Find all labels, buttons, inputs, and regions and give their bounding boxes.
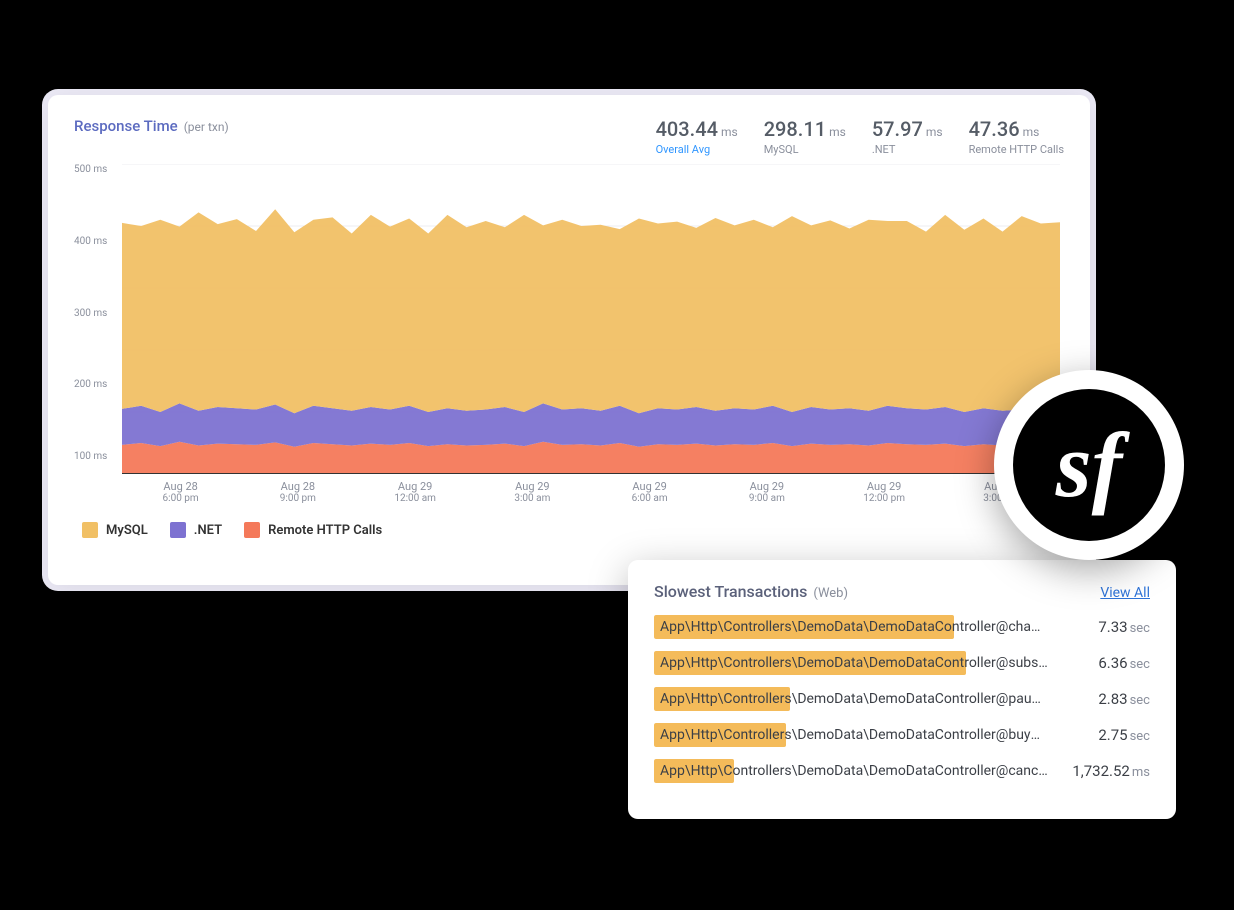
y-tick: 400 ms xyxy=(74,236,120,247)
metrics-row: 403.44msOverall Avg298.11msMySQL57.97ms.… xyxy=(656,117,1064,156)
y-tick: 100 ms xyxy=(74,451,120,462)
transaction-value: 2.75sec xyxy=(1064,726,1150,744)
metric-value: 47.36 xyxy=(969,117,1020,141)
metric-value: 403.44 xyxy=(656,117,718,141)
transactions-title: Slowest Transactions xyxy=(654,582,807,601)
stacked-area-chart[interactable] xyxy=(122,164,1060,474)
transactions-list: App\Http\Controllers\DemoData\DemoDataCo… xyxy=(654,615,1150,783)
x-tick: Aug 2912:00 pm xyxy=(826,480,943,504)
transaction-value: 2.83sec xyxy=(1064,690,1150,708)
metric-label: Remote HTTP Calls xyxy=(969,143,1064,156)
chart-area[interactable]: 500 ms 400 ms 300 ms 200 ms 100 ms xyxy=(74,164,1064,474)
symfony-logo-icon: sf xyxy=(1013,389,1165,541)
chart-subtitle: (per txn) xyxy=(184,120,229,134)
y-tick: 200 ms xyxy=(74,379,120,390)
legend-item: .NET xyxy=(170,522,222,538)
metric-unit: ms xyxy=(721,125,738,139)
metric: 57.97ms .NET xyxy=(872,117,943,156)
view-all-link[interactable]: View All xyxy=(1100,585,1150,601)
legend-swatch xyxy=(82,522,98,538)
chart-title-block: Response Time (per txn) xyxy=(74,117,229,135)
transactions-title-block: Slowest Transactions (Web) xyxy=(654,582,848,601)
transaction-name[interactable]: App\Http\Controllers\DemoData\DemoDataCo… xyxy=(654,687,1054,711)
metric-label: Overall Avg xyxy=(656,143,738,156)
metric-label: MySQL xyxy=(764,143,846,156)
legend-label: Remote HTTP Calls xyxy=(268,523,382,538)
framework-logo-badge: sf xyxy=(994,370,1184,560)
area-series[interactable] xyxy=(122,442,1060,474)
metric-value: 57.97 xyxy=(872,117,923,141)
transaction-row[interactable]: App\Http\Controllers\DemoData\DemoDataCo… xyxy=(654,759,1150,783)
legend-item: Remote HTTP Calls xyxy=(244,522,382,538)
transaction-row[interactable]: App\Http\Controllers\DemoData\DemoDataCo… xyxy=(654,723,1150,747)
x-axis-labels: Aug 286:00 pmAug 289:00 pmAug 2912:00 am… xyxy=(122,480,1060,504)
transaction-row[interactable]: App\Http\Controllers\DemoData\DemoDataCo… xyxy=(654,687,1150,711)
transaction-value: 7.33sec xyxy=(1064,618,1150,636)
chart-legend: MySQL .NET Remote HTTP Calls xyxy=(82,522,1064,538)
x-tick: Aug 296:00 am xyxy=(591,480,708,504)
transaction-name[interactable]: App\Http\Controllers\DemoData\DemoDataCo… xyxy=(654,723,1054,747)
transaction-row[interactable]: App\Http\Controllers\DemoData\DemoDataCo… xyxy=(654,651,1150,675)
x-tick: Aug 2912:00 am xyxy=(357,480,474,504)
legend-item: MySQL xyxy=(82,522,148,538)
transaction-row[interactable]: App\Http\Controllers\DemoData\DemoDataCo… xyxy=(654,615,1150,639)
x-tick: Aug 293:00 am xyxy=(474,480,591,504)
metric: 47.36ms Remote HTTP Calls xyxy=(969,117,1064,156)
legend-swatch xyxy=(244,522,260,538)
y-axis-labels: 500 ms 400 ms 300 ms 200 ms 100 ms xyxy=(74,164,120,474)
transaction-name[interactable]: App\Http\Controllers\DemoData\DemoDataCo… xyxy=(654,615,1054,639)
metric: 298.11ms MySQL xyxy=(764,117,846,156)
y-tick: 500 ms xyxy=(74,164,120,175)
metric-unit: ms xyxy=(829,125,846,139)
legend-swatch xyxy=(170,522,186,538)
transaction-name[interactable]: App\Http\Controllers\DemoData\DemoDataCo… xyxy=(654,759,1054,783)
x-tick: Aug 299:00 am xyxy=(708,480,825,504)
metric-label: .NET xyxy=(872,143,943,156)
metric: 403.44ms Overall Avg xyxy=(656,117,738,156)
metric-unit: ms xyxy=(1023,125,1040,139)
area-series[interactable] xyxy=(122,403,1060,446)
legend-label: MySQL xyxy=(106,523,148,538)
slowest-transactions-card: Slowest Transactions (Web) View All App\… xyxy=(628,560,1176,819)
x-tick: Aug 289:00 pm xyxy=(239,480,356,504)
y-tick: 300 ms xyxy=(74,308,120,319)
transaction-value: 1,732.52ms xyxy=(1064,762,1150,780)
legend-label: .NET xyxy=(194,523,222,538)
area-series[interactable] xyxy=(122,209,1060,413)
transactions-subtitle: (Web) xyxy=(813,586,848,601)
chart-header: Response Time (per txn) 403.44msOverall … xyxy=(74,117,1064,156)
transactions-header: Slowest Transactions (Web) View All xyxy=(654,582,1150,601)
chart-title: Response Time xyxy=(74,117,178,135)
metric-unit: ms xyxy=(926,125,943,139)
x-tick: Aug 286:00 pm xyxy=(122,480,239,504)
logo-glyph: sf xyxy=(1056,419,1122,511)
response-time-card: Response Time (per txn) 403.44msOverall … xyxy=(48,95,1090,585)
transaction-name[interactable]: App\Http\Controllers\DemoData\DemoDataCo… xyxy=(654,651,1054,675)
plot[interactable] xyxy=(122,164,1060,474)
transaction-value: 6.36sec xyxy=(1064,654,1150,672)
metric-value: 298.11 xyxy=(764,117,826,141)
